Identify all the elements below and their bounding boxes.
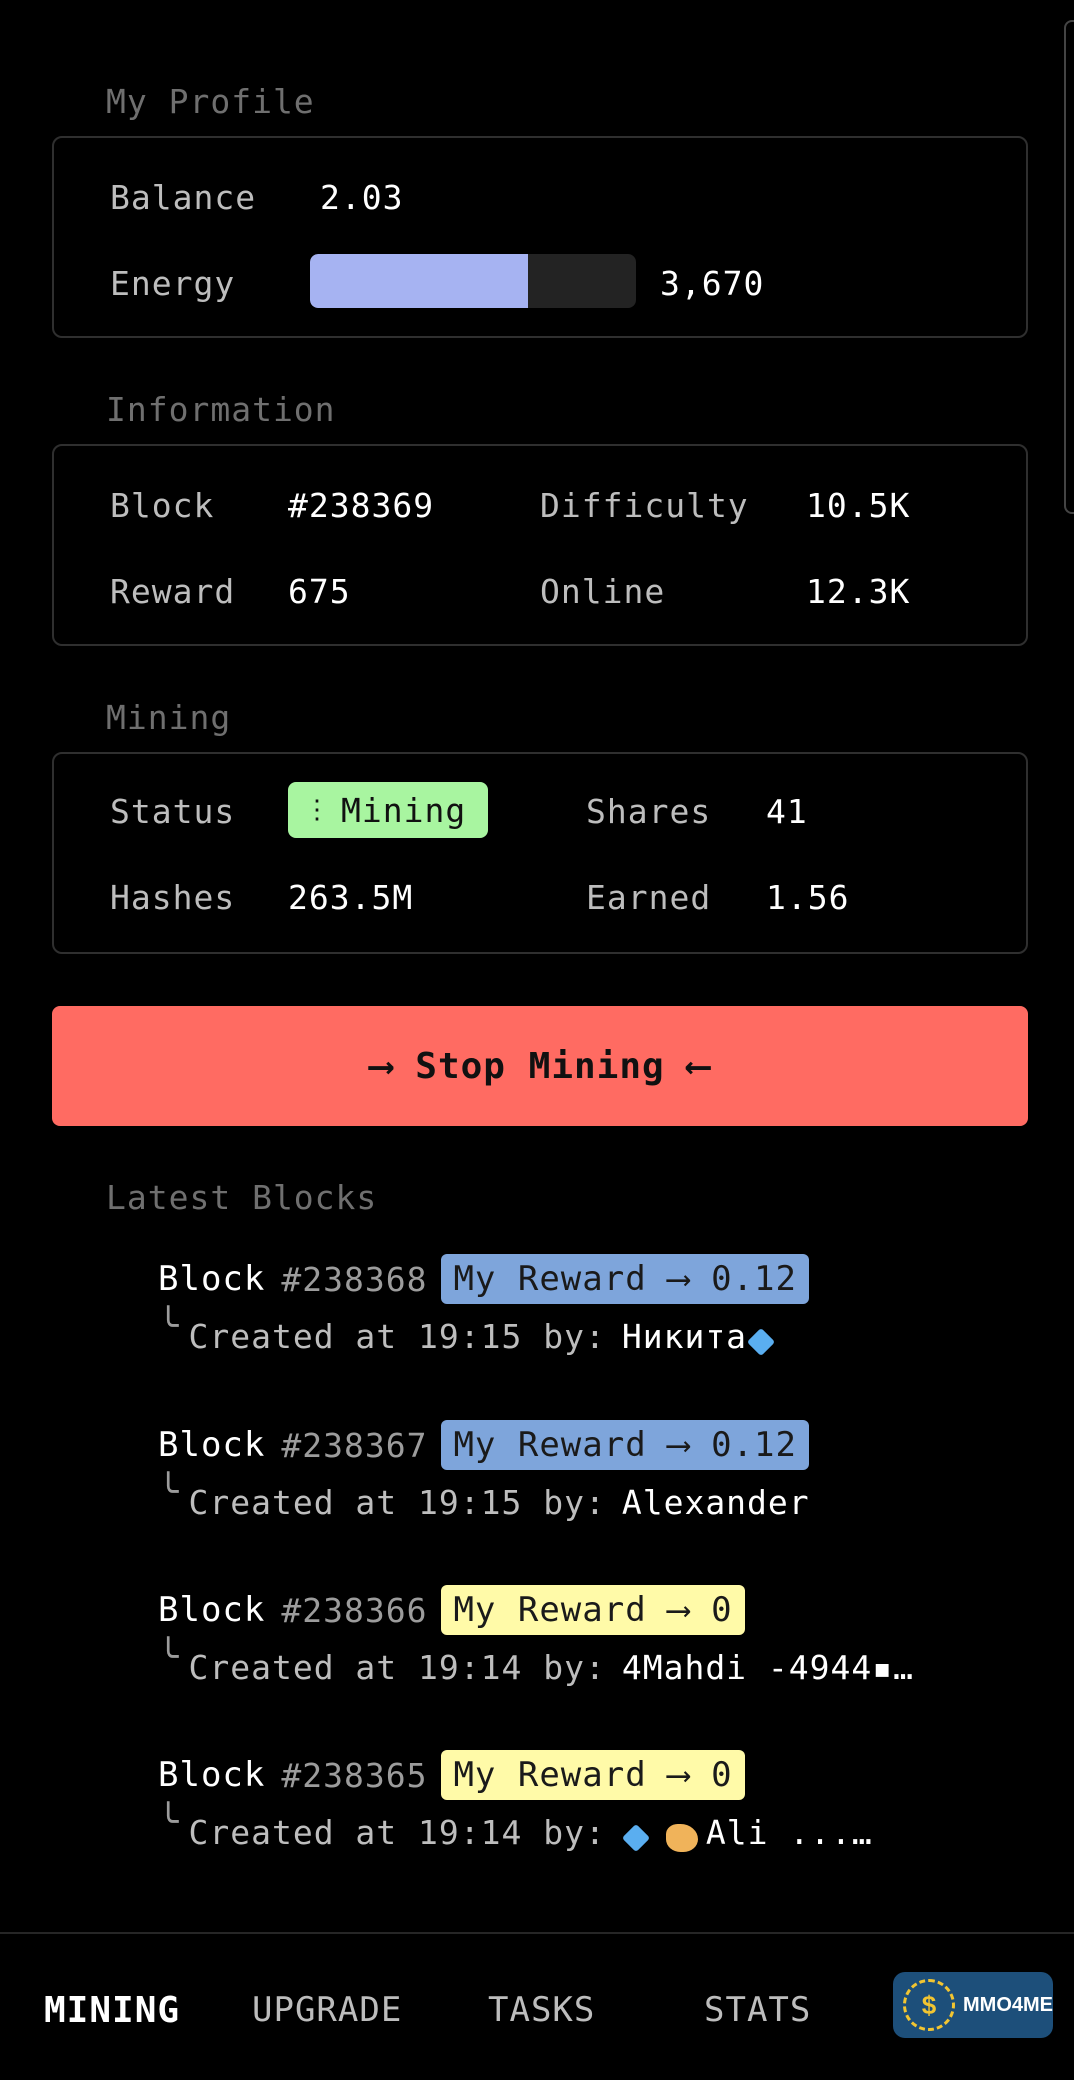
author-name: Alexander bbox=[621, 1483, 810, 1522]
block-number: #238367 bbox=[281, 1425, 428, 1465]
list-item: Block #238366 My Reward ⟶ 0 ╰ Created at… bbox=[158, 1585, 1018, 1735]
status-value: Mining bbox=[341, 790, 467, 830]
section-title-profile: My Profile bbox=[106, 82, 315, 121]
list-item: Block #238368 My Reward ⟶ 0.12 ╰ Created… bbox=[158, 1254, 1018, 1404]
tab-upgrade[interactable]: UPGRADE bbox=[252, 1990, 402, 2030]
block-word: Block bbox=[158, 1425, 266, 1465]
tab-tasks[interactable]: TASKS bbox=[488, 1990, 595, 2030]
fortune-cookie-icon bbox=[665, 1824, 698, 1852]
author-name: 4Mahdi -4944▪… bbox=[621, 1648, 914, 1687]
section-title-information: Information bbox=[106, 390, 336, 429]
created-text: Created at 19:14 by: bbox=[188, 1648, 606, 1687]
vertical-dots-icon: ⋮ bbox=[304, 795, 331, 825]
stop-mining-button[interactable]: ⟶ Stop Mining ⟵ bbox=[52, 1006, 1028, 1126]
earned-value: 1.56 bbox=[766, 878, 850, 917]
tree-branch-icon: ╰ bbox=[158, 1802, 179, 1842]
author-name: Ali ...… bbox=[705, 1813, 873, 1852]
tree-branch-icon: ╰ bbox=[158, 1637, 179, 1677]
information-card: Block #238369 Difficulty 10.5K Reward 67… bbox=[52, 444, 1028, 646]
reward-badge: My Reward ⟶ 0.12 bbox=[441, 1420, 809, 1470]
scrollbar[interactable] bbox=[1064, 20, 1074, 514]
watermark-logo: $ MMO4ME bbox=[893, 1972, 1053, 2038]
difficulty-label: Difficulty bbox=[540, 486, 749, 525]
mining-card: Status ⋮ Mining Shares 41 Hashes 263.5M … bbox=[52, 752, 1028, 954]
online-label: Online bbox=[540, 572, 666, 611]
block-word: Block bbox=[158, 1259, 266, 1299]
list-item: Block #238367 My Reward ⟶ 0.12 ╰ Created… bbox=[158, 1420, 1018, 1570]
status-label: Status bbox=[110, 792, 236, 831]
created-text: Created at 19:15 by: bbox=[188, 1483, 606, 1522]
energy-label: Energy bbox=[110, 264, 236, 303]
tree-branch-icon: ╰ bbox=[158, 1306, 179, 1346]
reward-badge: My Reward ⟶ 0.12 bbox=[441, 1254, 809, 1304]
tree-branch-icon: ╰ bbox=[158, 1472, 179, 1512]
balance-label: Balance bbox=[110, 178, 257, 217]
profile-card: Balance 2.03 Energy 3,670 bbox=[52, 136, 1028, 338]
watermark-text: MMO4ME bbox=[963, 1993, 1053, 2016]
balance-value: 2.03 bbox=[320, 178, 404, 217]
block-word: Block bbox=[158, 1755, 266, 1795]
section-title-mining: Mining bbox=[106, 698, 232, 737]
gem-icon bbox=[622, 1824, 650, 1852]
tab-stats[interactable]: STATS bbox=[704, 1990, 811, 2030]
energy-progress-bar bbox=[310, 254, 636, 308]
energy-value: 3,670 bbox=[660, 264, 765, 303]
block-label: Block bbox=[110, 486, 215, 525]
created-text: Created at 19:14 by: bbox=[188, 1813, 606, 1852]
status-badge: ⋮ Mining bbox=[288, 782, 489, 838]
section-title-latest-blocks: Latest Blocks bbox=[106, 1178, 378, 1217]
shares-value: 41 bbox=[766, 792, 808, 831]
block-word: Block bbox=[158, 1590, 266, 1630]
created-text: Created at 19:15 by: bbox=[188, 1317, 606, 1356]
energy-progress-fill bbox=[310, 254, 529, 308]
list-item: Block #238365 My Reward ⟶ 0 ╰ Created at… bbox=[158, 1750, 1018, 1900]
author-name: Никита bbox=[621, 1317, 748, 1356]
reward-label: Reward bbox=[110, 572, 236, 611]
block-number: #238365 bbox=[281, 1755, 428, 1795]
online-value: 12.3K bbox=[806, 572, 911, 611]
difficulty-value: 10.5K bbox=[806, 486, 911, 525]
reward-badge: My Reward ⟶ 0 bbox=[441, 1585, 745, 1635]
tab-mining[interactable]: MINING bbox=[44, 1990, 180, 2031]
shares-label: Shares bbox=[586, 792, 712, 831]
block-number: #238368 bbox=[281, 1259, 428, 1299]
hashes-label: Hashes bbox=[110, 878, 236, 917]
earned-label: Earned bbox=[586, 878, 712, 917]
block-number: #238366 bbox=[281, 1590, 428, 1630]
block-value: #238369 bbox=[288, 486, 435, 525]
reward-badge: My Reward ⟶ 0 bbox=[441, 1750, 745, 1800]
dollar-icon: $ bbox=[903, 1979, 955, 2031]
hashes-value: 263.5M bbox=[288, 878, 414, 917]
gem-icon bbox=[747, 1328, 775, 1356]
reward-value: 675 bbox=[288, 572, 351, 611]
